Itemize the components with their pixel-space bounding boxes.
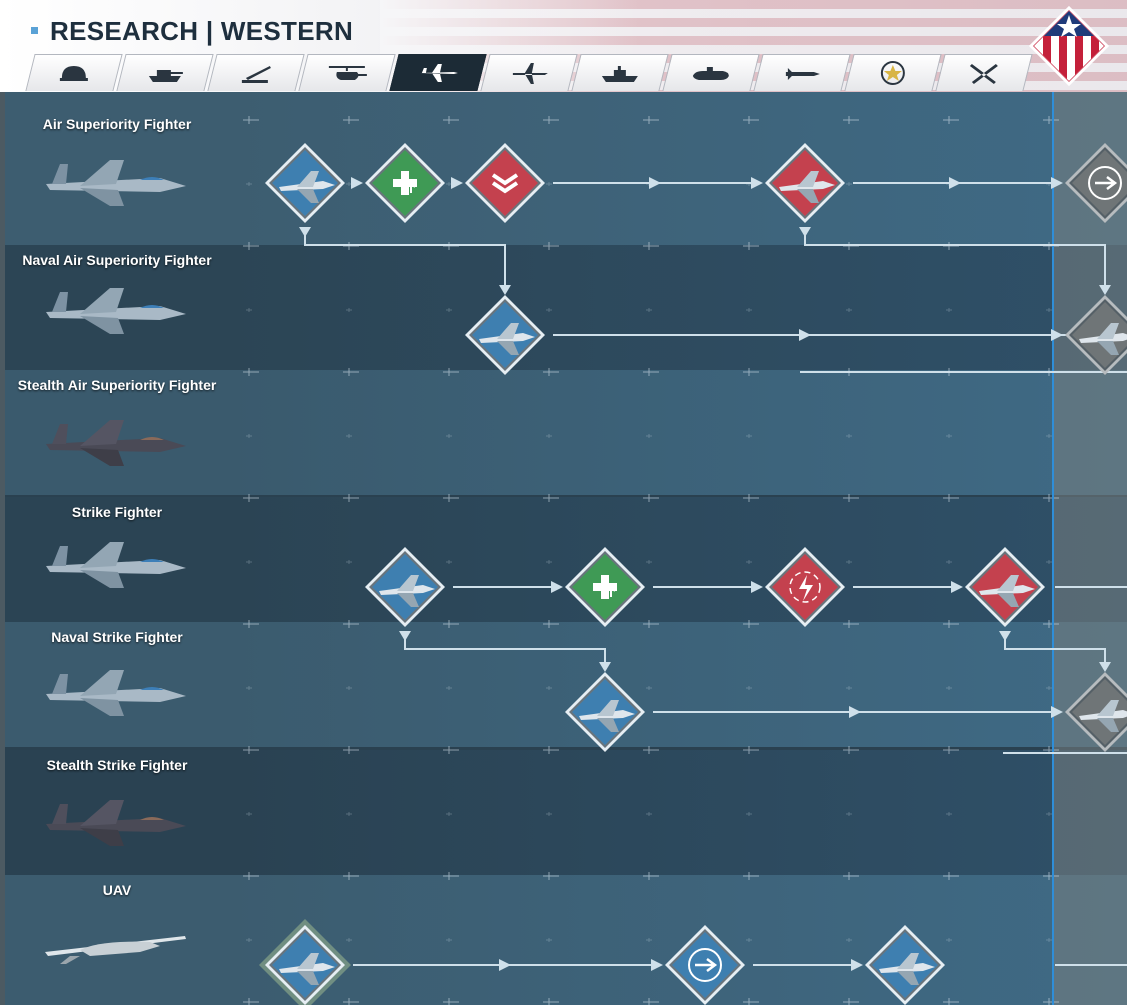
connector-arrow [651,959,663,971]
research-node-unit[interactable] [763,141,847,230]
research-node-unit[interactable] [563,670,647,759]
crossed-swords-icon [969,64,998,84]
node-diamond [465,143,545,223]
tab-ships[interactable] [571,54,669,91]
row-label: UAV [102,882,132,898]
research-node-unit[interactable] [263,141,347,230]
tab-helicopters[interactable] [298,54,396,91]
research-node-upgrade-speed[interactable] [663,923,747,1005]
submarine-icon [692,67,729,80]
row-label: Stealth Air Superiority Fighter [17,377,217,393]
research-node-unit[interactable] [259,919,351,1005]
unit-portrait[interactable] [40,270,190,345]
node-diamond [765,143,845,223]
tab-artillery[interactable] [207,54,305,91]
missile-icon [785,68,820,80]
unit-portrait[interactable] [40,402,190,477]
unit-portrait[interactable] [40,524,190,599]
fighter-jet-icon [419,64,458,82]
connector-arrow [949,177,961,189]
connector-arrow [649,177,661,189]
research-header: RESEARCH | WESTERN [0,0,1127,92]
node-diamond [1065,672,1127,752]
air-superiority-fighter-jet-icon [46,160,186,206]
research-node-unit[interactable] [1063,293,1127,382]
node-diamond [765,547,845,627]
us-flag-star-emblem [1029,6,1109,86]
connector-arrow [1051,177,1063,189]
connector-arrow [751,581,763,593]
node-diamond [565,672,645,752]
tab-submarines[interactable] [662,54,760,91]
ship-icon [601,66,638,82]
research-node-unit[interactable] [963,545,1047,634]
uav-drone-icon [45,936,186,964]
tank-icon [148,70,183,82]
branch-connector [1004,631,1106,664]
tab-fighters[interactable] [389,54,487,91]
stealth-air-superiority-fighter-jet-icon [46,420,186,466]
row-label: Air Superiority Fighter [42,116,192,132]
node-diamond [465,295,545,375]
connector-arrow [851,959,863,971]
row-label: Naval Strike Fighter [51,629,183,645]
row-label: Strike Fighter [71,504,163,520]
branch-connector [304,227,506,287]
research-node-unit[interactable] [463,293,547,382]
node-diamond [365,143,445,223]
node-diamond [665,925,745,1005]
research-node-unit[interactable] [863,923,947,1005]
research-node-unit[interactable] [1063,670,1127,759]
tab-armor[interactable] [116,54,214,91]
connector-arrow [849,706,861,718]
research-node-unit[interactable] [363,545,447,634]
helicopter-icon [328,66,367,80]
row-label: Naval Air Superiority Fighter [22,252,212,268]
research-node-upgrade-damage[interactable] [763,545,847,634]
connector-arrow [499,959,511,971]
tab-bombers[interactable] [480,54,578,91]
unit-portrait[interactable] [40,142,190,217]
research-node-upgrade-rank[interactable] [463,141,547,230]
page-title: RESEARCH | WESTERN [50,16,354,46]
connector-arrow [951,581,963,593]
connector-arrow [799,329,811,341]
research-node-upgrade-speed[interactable] [1063,141,1127,230]
tab-infantry[interactable] [25,54,123,91]
helmet-icon [59,66,88,81]
naval-strike-fighter-jet-icon [46,670,186,716]
connector-arrow [451,177,463,189]
row-label: Stealth Strike Fighter [46,757,188,773]
tab-missiles[interactable] [753,54,851,91]
stealth-strike-fighter-jet-icon [46,800,186,846]
unit-portrait[interactable] [40,912,190,977]
research-node-upgrade-health[interactable] [363,141,447,230]
research-node-upgrade-health[interactable] [563,545,647,634]
node-diamond [565,547,645,627]
node-diamond [865,925,945,1005]
tab-special[interactable] [935,54,1033,91]
missile-launcher-icon [241,66,271,83]
connector-arrow [551,581,563,593]
connector-arrow [1051,706,1063,718]
node-diamond [265,143,345,223]
node-diamond [259,919,351,1005]
connector-arrow [751,177,763,189]
branch-connector [804,227,1106,287]
tab-officers[interactable] [844,54,942,91]
star-badge-icon [880,61,905,85]
research-tree: Air Superiority Fighter Naval Air Superi… [5,92,1127,1005]
naval-air-superiority-fighter-jet-icon [46,288,186,334]
strike-fighter-jet-icon [46,542,186,588]
node-diamond [365,547,445,627]
branch-connector [404,631,606,664]
bomber-icon [512,63,548,84]
unit-portrait[interactable] [40,782,190,857]
node-diamond [965,547,1045,627]
node-diamond [1065,143,1127,223]
node-diamond [1065,295,1127,375]
connector-arrow [351,177,363,189]
unit-portrait[interactable] [40,652,190,727]
title-bullet [31,27,38,34]
